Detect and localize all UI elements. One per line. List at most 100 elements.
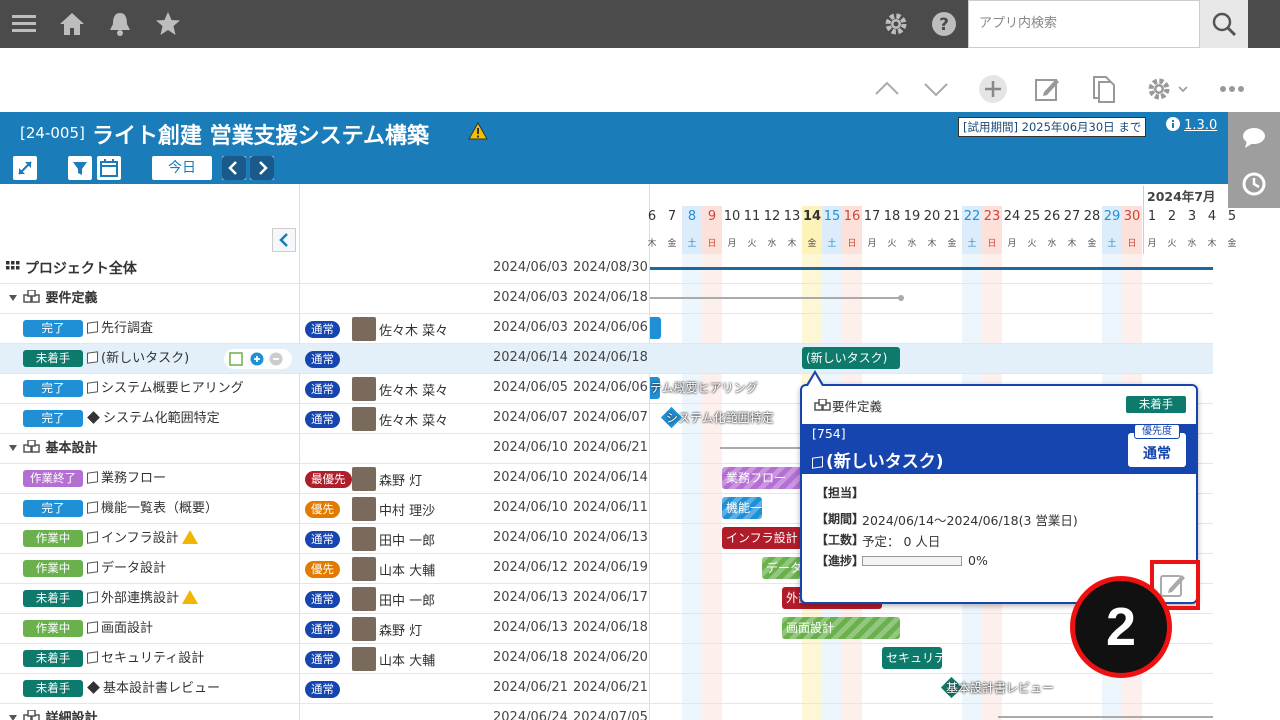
task-name[interactable]: システム概要ヒアリング (87, 380, 244, 398)
caret-down-icon[interactable] (9, 295, 17, 301)
history-icon[interactable] (1228, 160, 1280, 208)
gantt-bar[interactable]: システム化範囲特定 (666, 407, 774, 429)
avatar (352, 647, 376, 671)
gantt-bar[interactable]: 画面設計 (782, 617, 900, 639)
status-badge[interactable]: 完了 (23, 410, 83, 427)
filter-icon[interactable] (68, 156, 92, 180)
trial-period-badge: [試用期間] 2025年06月30日 まで (958, 117, 1147, 137)
today-button[interactable]: 今日 (152, 156, 212, 180)
task-name-text: 機能一覧表（概要） (101, 501, 219, 516)
more-icon[interactable] (1218, 74, 1248, 104)
weekday-label: 水 (1187, 239, 1197, 249)
task-name[interactable]: 画面設計 (87, 620, 153, 638)
task-name[interactable]: データ設計 (87, 560, 166, 578)
group-row[interactable]: 要件定義 2024/06/03 2024/06/18 (0, 284, 1213, 314)
period-value: 2024/06/14～2024/06/18(3 営業日) (862, 513, 1078, 528)
gear-icon[interactable] (882, 10, 910, 38)
task-name[interactable]: 基本設計書レビュー (87, 680, 220, 698)
caret-down-icon[interactable] (9, 715, 17, 720)
edit-icon[interactable] (1032, 74, 1062, 104)
task-name[interactable]: 外部連携設計 (87, 590, 199, 608)
home-icon[interactable] (58, 10, 86, 38)
priority-badge[interactable]: 通常 (305, 351, 340, 368)
assignee-name: 山本 大輔 (379, 654, 436, 669)
search-input[interactable]: アプリ内検索 (968, 0, 1200, 48)
priority-badge[interactable]: 通常 (305, 651, 340, 668)
next-arrow-icon[interactable] (250, 156, 274, 180)
status-badge[interactable]: 完了 (23, 320, 83, 337)
settings-menu-icon[interactable] (1144, 74, 1190, 104)
status-badge[interactable]: 未着手 (23, 680, 83, 697)
help-icon[interactable]: ? (930, 10, 958, 38)
menu-icon[interactable] (10, 10, 38, 38)
expand-icon[interactable] (13, 156, 37, 180)
chevron-down-icon[interactable] (921, 74, 951, 104)
task-name[interactable]: (新しいタスク) (87, 350, 189, 368)
prev-arrow-icon[interactable] (222, 156, 246, 180)
task-row[interactable]: 未着手 セキュリティ設計 通常 山本 大輔 2024/06/18 2024/06/20 (0, 644, 1213, 674)
task-row[interactable]: 作業中 画面設計 通常 森野 灯 2024/06/13 2024/06/18 (0, 614, 1213, 644)
task-name-text: システム概要ヒアリング (101, 381, 244, 396)
task-row[interactable]: 未着手 (新しいタスク) 通常 2024/06/14 2024/06/18 (0, 344, 1213, 374)
project-summary-line[interactable] (650, 267, 1213, 270)
start-date: 2024/06/13 (493, 590, 568, 605)
priority-badge[interactable]: 優先 (305, 501, 340, 518)
chevron-up-icon[interactable] (872, 74, 902, 104)
priority-badge[interactable]: 通常 (305, 381, 340, 398)
status-badge[interactable]: 未着手 (23, 650, 83, 667)
task-name[interactable]: 機能一覧表（概要） (87, 500, 218, 518)
priority-badge[interactable]: 通常 (305, 531, 340, 548)
status-badge[interactable]: 完了 (23, 500, 83, 517)
task-name[interactable]: システム化範囲特定 (87, 410, 220, 428)
task-name[interactable]: インフラ設計 (87, 530, 198, 548)
status-badge[interactable]: 未着手 (23, 350, 83, 367)
priority-badge[interactable]: 通常 (305, 321, 340, 338)
group-name[interactable]: 基本設計 (9, 439, 98, 458)
group-name[interactable]: 要件定義 (9, 289, 98, 308)
priority-badge[interactable]: 最優先 (305, 471, 352, 488)
status-badge[interactable]: 作業終了 (23, 470, 83, 487)
bell-icon[interactable] (106, 10, 134, 38)
add-record-button[interactable] (978, 74, 1008, 104)
calendar-icon[interactable] (97, 156, 121, 180)
status-badge[interactable]: 作業中 (23, 560, 83, 577)
priority-badge[interactable]: 通常 (305, 681, 340, 698)
search-button[interactable] (1200, 0, 1248, 48)
task-name[interactable]: 業務フロー (87, 470, 166, 488)
gantt-bar[interactable]: インフラ設計 (722, 527, 802, 549)
status-badge[interactable]: 完了 (23, 380, 83, 397)
status-badge[interactable]: 作業中 (23, 620, 83, 637)
priority-badge[interactable]: 優先 (305, 561, 340, 578)
gantt-bar[interactable]: データ (762, 557, 802, 579)
row-action-icons[interactable] (224, 349, 292, 369)
day-number: 13 (783, 209, 801, 224)
status-badge[interactable]: 作業中 (23, 530, 83, 547)
status-badge[interactable]: 未着手 (23, 590, 83, 607)
task-name[interactable]: 先行調査 (87, 320, 153, 338)
version-label[interactable]: 1.3.0 (1184, 118, 1217, 133)
star-icon[interactable] (154, 10, 182, 38)
task-name-text: インフラ設計 (101, 531, 179, 546)
task-row[interactable]: 完了 先行調査 通常 佐々木 菜々 2024/06/03 2024/06/06 (0, 314, 1213, 344)
collapse-panel-button[interactable] (272, 228, 296, 252)
group-summary-line[interactable] (998, 716, 1213, 718)
group-summary-dot[interactable] (898, 295, 904, 301)
priority-badge[interactable]: 通常 (305, 591, 340, 608)
gantt-bar[interactable]: (新しいタスク) (802, 347, 900, 369)
priority-badge[interactable]: 通常 (305, 621, 340, 638)
gantt-bar[interactable]: テム概要ヒアリング (650, 377, 758, 399)
group-name[interactable]: 詳細設計 (9, 709, 98, 720)
bar-sliver[interactable] (650, 317, 661, 339)
comment-icon[interactable] (1228, 114, 1280, 162)
version-link[interactable]: 1.3.0 (1166, 117, 1217, 133)
caret-down-icon[interactable] (9, 445, 17, 451)
task-name[interactable]: セキュリティ設計 (87, 650, 204, 668)
gantt-bar[interactable]: 基本設計書レビュー (946, 677, 1054, 699)
priority-badge[interactable]: 通常 (305, 411, 340, 428)
group-summary-line[interactable] (720, 447, 810, 449)
weekday-label: 木 (787, 239, 797, 249)
gantt-bar[interactable]: セキュリティ設計 (882, 647, 942, 669)
group-summary-line[interactable] (650, 297, 901, 299)
gantt-bar[interactable]: 機能一覧表（概 (722, 497, 762, 519)
copy-icon[interactable] (1088, 74, 1118, 104)
